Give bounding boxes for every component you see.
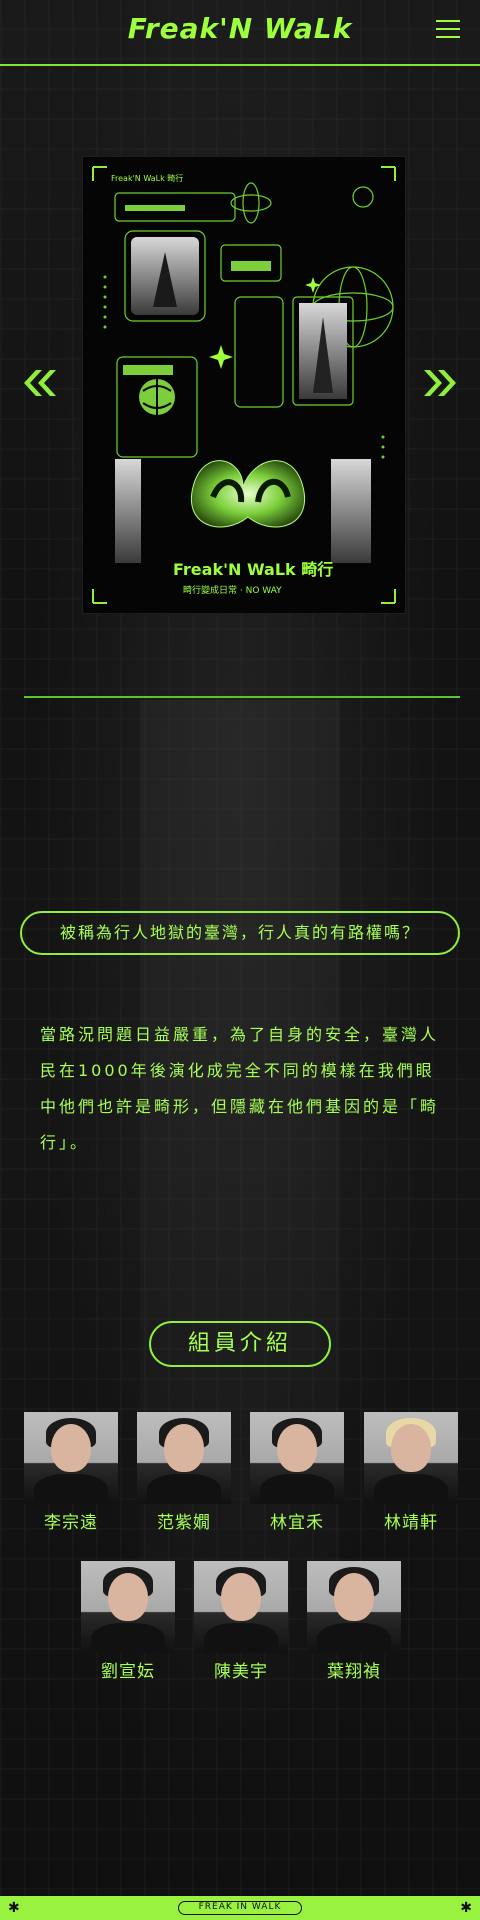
section-divider [24, 696, 460, 698]
hamburger-icon[interactable] [436, 20, 460, 40]
double-chevron-left-icon[interactable] [18, 368, 56, 398]
site-logo[interactable]: Freak'N WaLk [0, 12, 480, 45]
member-photo [24, 1412, 118, 1504]
site-footer: ✱ FREAK IN WALK ✱ [0, 1896, 480, 1920]
member-name: 劉宣妘 [101, 1662, 155, 1682]
member-photo [137, 1412, 231, 1504]
intro-description: 當路況問題日益嚴重，為了自身的安全，臺灣人民在1000年後演化成完全不同的模樣在… [40, 1025, 440, 1152]
member-photo [307, 1561, 401, 1653]
member-photo [81, 1561, 175, 1653]
member-photo [364, 1412, 458, 1504]
member-photo [250, 1412, 344, 1504]
member-photo [194, 1561, 288, 1653]
poster-artwork: Freak'N WaLk 畸行 Freak'N WaLk 畸行 畸行變成日常 ·… [83, 157, 405, 613]
double-chevron-right-icon[interactable] [424, 368, 462, 398]
member-name: 李宗遠 [44, 1513, 98, 1533]
member-name: 林宜禾 [270, 1513, 324, 1533]
footer-label: FREAK IN WALK [178, 1901, 302, 1915]
team-title: 組員介紹 [149, 1321, 331, 1367]
member-name: 葉翔禎 [327, 1662, 381, 1682]
team-member[interactable]: 葉翔禎 [307, 1561, 401, 1682]
intro-question: 被稱為行人地獄的臺灣，行人真的有路權嗎？ [20, 911, 460, 955]
team-member[interactable]: 林宜禾 [250, 1412, 344, 1533]
team-member[interactable]: 林靖軒 [364, 1412, 458, 1533]
poster-subtitle: 畸行變成日常 · NO WAY [183, 584, 282, 596]
background-corridor [140, 700, 340, 1900]
asterisk-icon: ✱ [8, 1900, 20, 1916]
team-member[interactable]: 范紫嫺 [137, 1412, 231, 1533]
team-member[interactable]: 劉宣妘 [81, 1561, 175, 1682]
poster-title: Freak'N WaLk 畸行 [173, 560, 333, 579]
member-name: 林靖軒 [384, 1513, 438, 1533]
member-name: 陳美宇 [214, 1662, 268, 1682]
team-member[interactable]: 李宗遠 [24, 1412, 118, 1533]
poster-corner-label: Freak'N WaLk 畸行 [111, 173, 183, 183]
poster-carousel: Freak'N WaLk 畸行 Freak'N WaLk 畸行 畸行變成日常 ·… [0, 150, 480, 620]
asterisk-icon: ✱ [460, 1900, 472, 1916]
poster-image[interactable]: Freak'N WaLk 畸行 Freak'N WaLk 畸行 畸行變成日常 ·… [82, 156, 406, 614]
site-header: Freak'N WaLk [0, 0, 480, 66]
member-name: 范紫嫺 [157, 1513, 211, 1533]
team-member[interactable]: 陳美宇 [194, 1561, 288, 1682]
